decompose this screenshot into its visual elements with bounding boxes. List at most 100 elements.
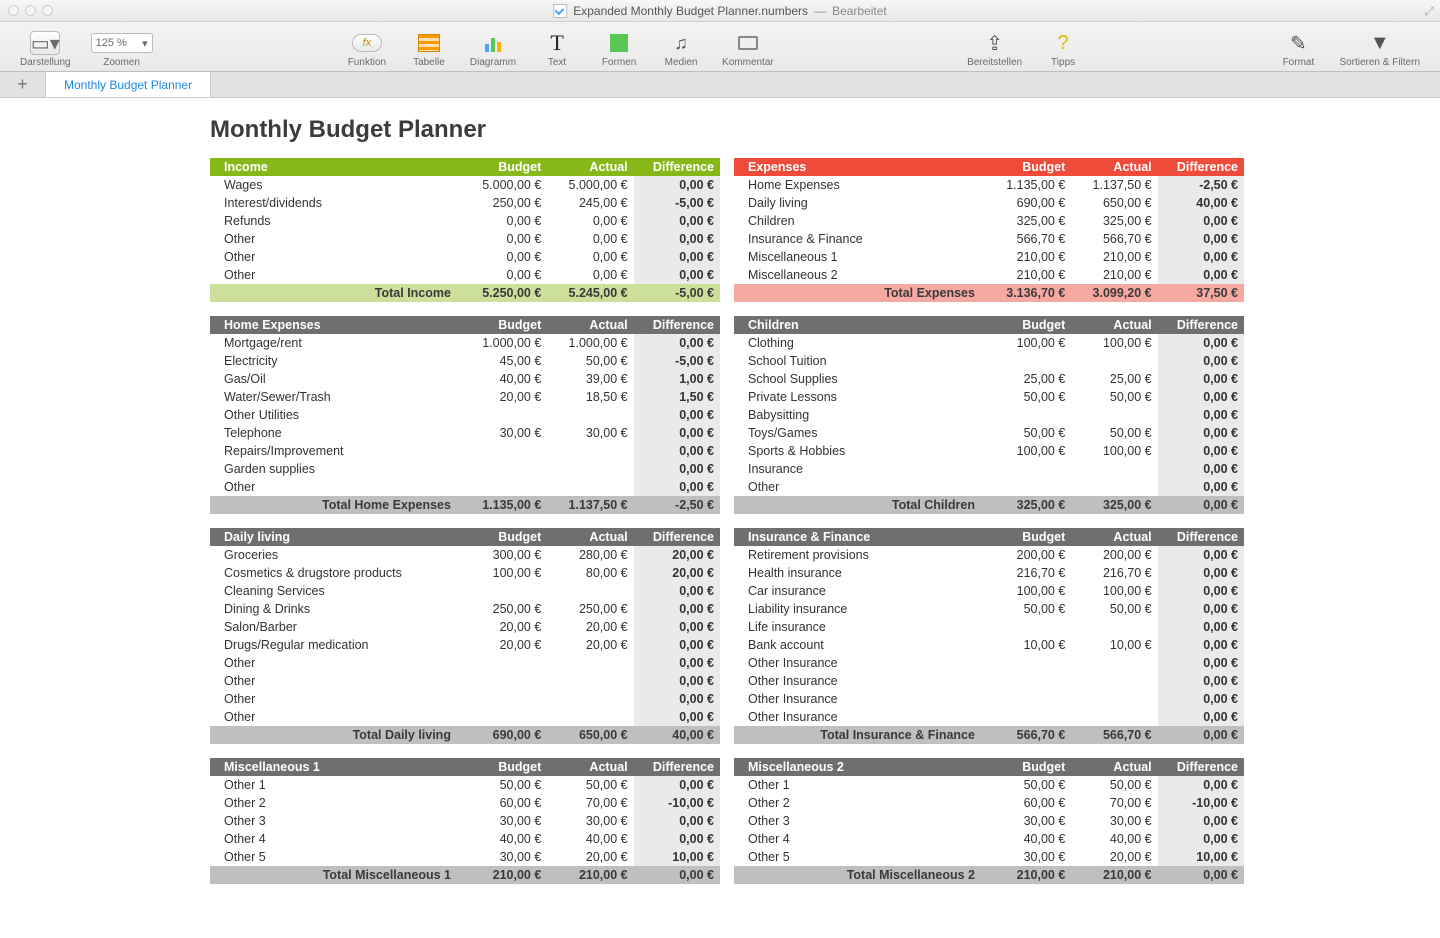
table-row[interactable]: Life insurance0,00 € [734, 618, 1244, 636]
row-label[interactable]: Other 2 [734, 794, 985, 812]
cell-budget[interactable]: 100,00 € [985, 442, 1071, 460]
close-icon[interactable] [8, 5, 19, 16]
table-row[interactable]: Other0,00 €0,00 €0,00 € [210, 248, 720, 266]
row-label[interactable]: Other [210, 266, 461, 284]
cell-actual[interactable] [547, 582, 633, 600]
row-label[interactable]: Refunds [210, 212, 461, 230]
cell-actual[interactable]: 1.137,50 € [1071, 176, 1157, 194]
row-label[interactable]: Liability insurance [734, 600, 985, 618]
table-row[interactable]: Mortgage/rent1.000,00 €1.000,00 €0,00 € [210, 334, 720, 352]
cell-diff[interactable]: 0,00 € [634, 672, 720, 690]
row-label[interactable]: Interest/dividends [210, 194, 461, 212]
cell-diff[interactable]: 20,00 € [634, 564, 720, 582]
cell-budget[interactable] [985, 478, 1071, 496]
cell-budget[interactable]: 40,00 € [461, 370, 547, 388]
cell-actual[interactable]: 30,00 € [547, 424, 633, 442]
cell-actual[interactable]: 30,00 € [1071, 812, 1157, 830]
row-label[interactable]: Telephone [210, 424, 461, 442]
add-sheet-button[interactable]: + [0, 72, 46, 97]
cell-actual[interactable]: 40,00 € [1071, 830, 1157, 848]
cell-budget[interactable]: 20,00 € [461, 618, 547, 636]
cell-actual[interactable]: 30,00 € [547, 812, 633, 830]
table-row[interactable]: Electricity45,00 €50,00 €-5,00 € [210, 352, 720, 370]
cell-budget[interactable]: 1.000,00 € [461, 334, 547, 352]
cell-diff[interactable]: 0,00 € [634, 460, 720, 478]
row-label[interactable]: Miscellaneous 2 [734, 266, 985, 284]
row-label[interactable]: Children [734, 212, 985, 230]
table-row[interactable]: Daily living690,00 €650,00 €40,00 € [734, 194, 1244, 212]
cell-diff[interactable]: 0,00 € [1158, 230, 1244, 248]
cell-diff[interactable]: 0,00 € [1158, 582, 1244, 600]
table-row[interactable]: Toys/Games50,00 €50,00 €0,00 € [734, 424, 1244, 442]
cell-diff[interactable]: 1,50 € [634, 388, 720, 406]
row-label[interactable]: Other [210, 248, 461, 266]
share-button[interactable]: ⇪Bereitstellen [967, 27, 1022, 68]
cell-diff[interactable]: 0,00 € [1158, 708, 1244, 726]
row-label[interactable]: Insurance [734, 460, 985, 478]
cell-actual[interactable]: 245,00 € [547, 194, 633, 212]
row-label[interactable]: Other Utilities [210, 406, 461, 424]
row-label[interactable]: Insurance & Finance [734, 230, 985, 248]
function-button[interactable]: fxFunktion [346, 27, 388, 68]
cell-actual[interactable] [547, 672, 633, 690]
cell-diff[interactable]: -10,00 € [634, 794, 720, 812]
cell-budget[interactable]: 300,00 € [461, 546, 547, 564]
table-row[interactable]: Refunds0,00 €0,00 €0,00 € [210, 212, 720, 230]
cell-diff[interactable]: 0,00 € [634, 176, 720, 194]
table-row[interactable]: Other 330,00 €30,00 €0,00 € [210, 812, 720, 830]
cell-budget[interactable]: 20,00 € [461, 388, 547, 406]
row-label[interactable]: Home Expenses [734, 176, 985, 194]
table-row[interactable]: Children325,00 €325,00 €0,00 € [734, 212, 1244, 230]
cell-actual[interactable]: 216,70 € [1071, 564, 1157, 582]
format-button[interactable]: ✎Format [1277, 27, 1319, 68]
zoom-select[interactable]: 125 %▾ Zoomen [91, 27, 153, 68]
row-label[interactable]: Sports & Hobbies [734, 442, 985, 460]
cell-budget[interactable]: 30,00 € [461, 812, 547, 830]
cell-budget[interactable]: 0,00 € [461, 230, 547, 248]
cell-diff[interactable]: 0,00 € [1158, 776, 1244, 794]
row-label[interactable]: Electricity [210, 352, 461, 370]
table-row[interactable]: Other Utilities0,00 € [210, 406, 720, 424]
table-row[interactable]: Other 260,00 €70,00 €-10,00 € [734, 794, 1244, 812]
row-label[interactable]: Other 1 [734, 776, 985, 794]
cell-actual[interactable] [547, 406, 633, 424]
table-row[interactable]: School Tuition0,00 € [734, 352, 1244, 370]
cell-actual[interactable]: 50,00 € [1071, 776, 1157, 794]
shapes-button[interactable]: Formen [598, 27, 640, 68]
table-row[interactable]: Dining & Drinks250,00 €250,00 €0,00 € [210, 600, 720, 618]
cell-actual[interactable]: 0,00 € [547, 248, 633, 266]
cell-actual[interactable] [547, 708, 633, 726]
cell-budget[interactable]: 40,00 € [985, 830, 1071, 848]
cell-budget[interactable]: 250,00 € [461, 194, 547, 212]
cell-budget[interactable]: 50,00 € [985, 776, 1071, 794]
row-label[interactable]: Garden supplies [210, 460, 461, 478]
table-row[interactable]: Other Insurance 0,00 € [734, 708, 1244, 726]
cell-budget[interactable]: 0,00 € [461, 266, 547, 284]
table-row[interactable]: Salon/Barber20,00 €20,00 €0,00 € [210, 618, 720, 636]
cell-diff[interactable]: 0,00 € [634, 212, 720, 230]
cell-actual[interactable]: 325,00 € [1071, 212, 1157, 230]
row-label[interactable]: Other Insurance [734, 708, 985, 726]
row-label[interactable]: Other 4 [210, 830, 461, 848]
cell-budget[interactable] [461, 406, 547, 424]
sheet-tab[interactable]: Monthly Budget Planner [46, 72, 211, 97]
cell-budget[interactable]: 250,00 € [461, 600, 547, 618]
table-row[interactable]: Bank account10,00 €10,00 €0,00 € [734, 636, 1244, 654]
table-row[interactable]: Other 530,00 €20,00 €10,00 € [734, 848, 1244, 866]
row-label[interactable]: Dining & Drinks [210, 600, 461, 618]
cell-diff[interactable]: 0,00 € [1158, 690, 1244, 708]
table-row[interactable]: Other 260,00 €70,00 €-10,00 € [210, 794, 720, 812]
cell-actual[interactable]: 39,00 € [547, 370, 633, 388]
table-row[interactable]: Interest/dividends250,00 €245,00 €-5,00 … [210, 194, 720, 212]
cell-diff[interactable]: 0,00 € [634, 230, 720, 248]
cell-diff[interactable]: 0,00 € [1158, 546, 1244, 564]
table-row[interactable]: Other0,00 € [210, 478, 720, 496]
cell-diff[interactable]: -10,00 € [1158, 794, 1244, 812]
cell-diff[interactable]: 0,00 € [1158, 352, 1244, 370]
cell-budget[interactable]: 566,70 € [985, 230, 1071, 248]
row-label[interactable]: Babysitting [734, 406, 985, 424]
cell-budget[interactable]: 25,00 € [985, 370, 1071, 388]
cell-diff[interactable]: 0,00 € [634, 266, 720, 284]
cell-budget[interactable]: 50,00 € [985, 424, 1071, 442]
cell-diff[interactable]: 0,00 € [1158, 600, 1244, 618]
